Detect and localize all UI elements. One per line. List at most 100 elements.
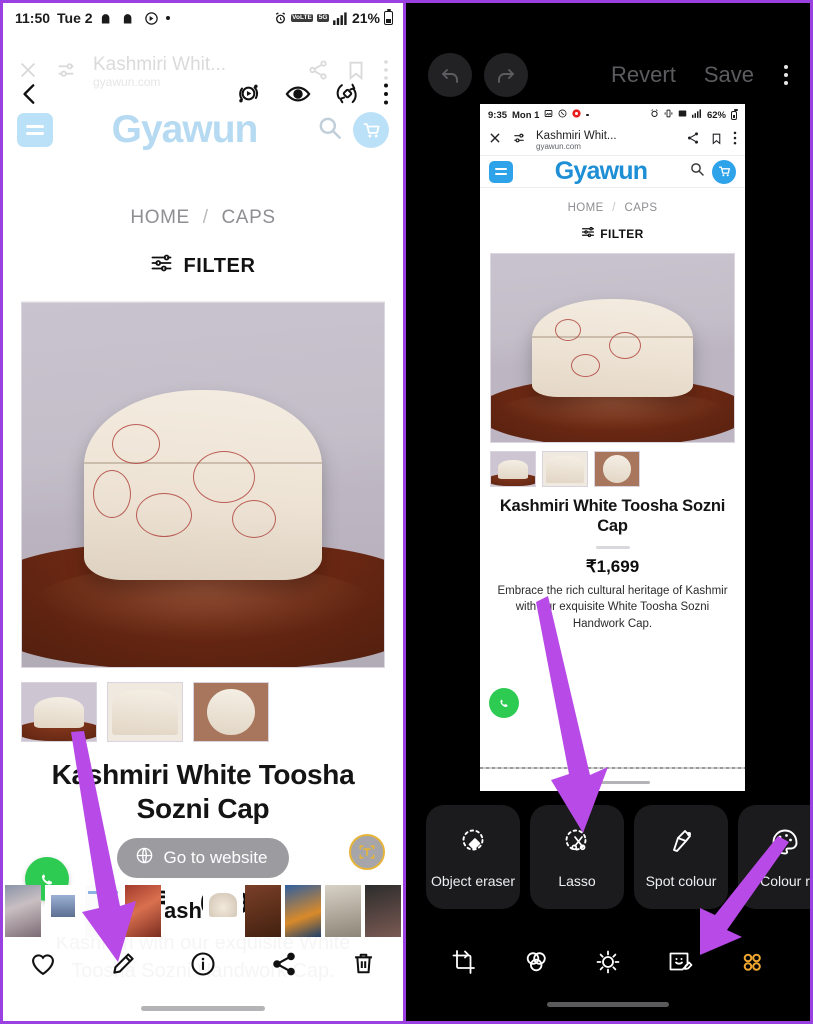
photo-filmstrip[interactable]: ash xyxy=(3,883,403,939)
image-shading xyxy=(22,303,384,667)
filmstrip-thumb-selected[interactable] xyxy=(203,883,243,939)
title-rule xyxy=(595,545,630,549)
product-thumbnail[interactable] xyxy=(193,682,269,742)
shot-filter-button[interactable]: FILTER xyxy=(480,226,745,241)
tool-label: Lasso xyxy=(558,872,596,889)
hamburger-menu-icon[interactable] xyxy=(17,113,53,147)
edited-screenshot-canvas[interactable]: 9:35 Mon 1 62% Kashmiri Whit... gyawun.c… xyxy=(480,104,745,791)
product-thumbnail[interactable] xyxy=(594,451,640,487)
shopping-cart-icon[interactable] xyxy=(712,159,736,184)
shot-status-time: 9:35 xyxy=(488,109,508,121)
status-right-group: VoLTE 5G 21% xyxy=(274,9,393,26)
lasso-scissors-icon xyxy=(560,825,594,864)
search-icon[interactable] xyxy=(316,114,343,146)
shot-page-title: Kashmiri Whit... xyxy=(536,129,617,142)
embroidery-vine xyxy=(554,318,581,341)
product-thumbnail-strip xyxy=(21,682,385,742)
whatsapp-icon[interactable] xyxy=(489,688,519,718)
tool-object-eraser[interactable]: Object eraser xyxy=(426,805,520,909)
globe-icon xyxy=(135,846,154,870)
volte-icon: VoLTE xyxy=(290,13,314,23)
shot-page-info: Kashmiri Whit... gyawun.com xyxy=(536,130,676,152)
filter-button[interactable]: FILTER xyxy=(3,253,403,279)
cap-shape xyxy=(532,299,693,397)
tool-colour-remaster[interactable]: Colour r xyxy=(738,805,810,909)
shot-gallery-icon xyxy=(544,109,553,121)
close-icon[interactable] xyxy=(488,131,502,150)
shot-status-bar: 9:35 Mon 1 62% xyxy=(480,104,745,126)
filmstrip-thumb[interactable] xyxy=(285,885,321,937)
filmstrip-thumb[interactable] xyxy=(325,885,361,937)
filmstrip-thumb[interactable] xyxy=(85,885,121,937)
page-settings-icon[interactable] xyxy=(512,131,526,150)
filter-label: FILTER xyxy=(183,254,256,277)
site-brand-logo: Gyawun xyxy=(111,108,259,151)
signal-bars-icon xyxy=(333,11,348,25)
more-vertical-icon[interactable] xyxy=(784,65,788,85)
save-button[interactable]: Save xyxy=(704,62,754,88)
filmstrip-thumb[interactable] xyxy=(125,885,161,937)
filters-icon[interactable] xyxy=(522,948,550,981)
shot-whatsapp-icon xyxy=(558,109,567,121)
more-vertical-icon[interactable] xyxy=(733,131,737,150)
product-hero-image[interactable] xyxy=(21,302,385,668)
shot-thumbnail-strip xyxy=(490,451,735,487)
bookmark-icon[interactable] xyxy=(710,132,723,150)
filmstrip-thumb-letter[interactable]: ash xyxy=(165,885,201,937)
pencil-edit-icon[interactable] xyxy=(109,950,137,983)
revert-button[interactable]: Revert xyxy=(611,62,676,88)
app-notification-icon-3 xyxy=(144,11,159,26)
sticker-draw-icon[interactable] xyxy=(666,948,694,981)
filmstrip-thumb[interactable] xyxy=(45,885,81,937)
alarm-icon xyxy=(274,11,287,25)
google-lens-text-icon[interactable] xyxy=(349,834,385,871)
breadcrumb-separator: / xyxy=(202,207,209,228)
tool-label: Spot colour xyxy=(645,872,717,889)
search-icon[interactable] xyxy=(689,161,705,182)
status-time: 11:50 xyxy=(15,10,51,26)
editor-tool-row: Object eraser Lasso Spot colour Colour r xyxy=(426,805,810,909)
filmstrip-thumb[interactable] xyxy=(245,885,281,937)
screenshot-root: 11:50 Tue 2 VoLTE 5G 21% Kashmiri Whit..… xyxy=(0,0,813,1024)
brightness-adjust-icon[interactable] xyxy=(594,948,622,981)
product-thumbnail[interactable] xyxy=(21,682,97,742)
filmstrip-thumb[interactable] xyxy=(5,885,41,937)
info-circle-icon[interactable] xyxy=(189,950,217,983)
tool-lasso[interactable]: Lasso xyxy=(530,805,624,909)
app-notification-icon-2 xyxy=(122,11,137,26)
shot-product-hero-image[interactable] xyxy=(490,253,735,443)
breadcrumb-home[interactable]: HOME xyxy=(130,207,189,228)
trash-icon[interactable] xyxy=(350,950,377,982)
product-thumbnail[interactable] xyxy=(107,682,183,742)
product-thumbnail[interactable] xyxy=(542,451,588,487)
shot-page-url: gyawun.com xyxy=(536,141,581,151)
site-header: Gyawun xyxy=(3,107,403,153)
status-left-group: 11:50 Tue 2 xyxy=(15,10,170,26)
filmstrip-thumb[interactable] xyxy=(365,885,401,937)
right-editor-panel: Revert Save 9:35 Mon 1 62% Kashmiri Whit… xyxy=(406,0,813,1024)
shot-battery-percent: 62% xyxy=(706,109,726,121)
colour-palette-icon xyxy=(768,825,802,864)
shopping-cart-icon[interactable] xyxy=(353,112,389,148)
go-to-website-button[interactable]: Go to website xyxy=(116,838,290,879)
embroidery-vine xyxy=(570,353,600,377)
share-icon[interactable] xyxy=(686,131,700,150)
breadcrumb-caps[interactable]: CAPS xyxy=(221,207,275,228)
breadcrumb-home[interactable]: HOME xyxy=(568,202,604,214)
redo-arrow-icon[interactable] xyxy=(484,53,528,97)
product-thumbnail[interactable] xyxy=(490,451,536,487)
undo-arrow-icon[interactable] xyxy=(428,53,472,97)
shot-signal-icon xyxy=(691,109,702,121)
network-type-label: 5G xyxy=(318,13,328,21)
shot-battery-icon xyxy=(731,108,738,120)
hamburger-menu-icon[interactable] xyxy=(489,160,513,183)
heart-icon[interactable] xyxy=(29,950,57,983)
tool-spot-colour[interactable]: Spot colour xyxy=(634,805,728,909)
go-to-website-label: Go to website xyxy=(163,848,268,868)
crop-rotate-icon[interactable] xyxy=(450,948,478,981)
share-icon[interactable] xyxy=(270,950,298,983)
breadcrumb-caps[interactable]: CAPS xyxy=(625,202,658,214)
shot-vibrate-icon xyxy=(664,109,673,121)
shot-app-icon-red xyxy=(572,109,582,121)
more-tools-grid-icon[interactable] xyxy=(738,948,766,981)
